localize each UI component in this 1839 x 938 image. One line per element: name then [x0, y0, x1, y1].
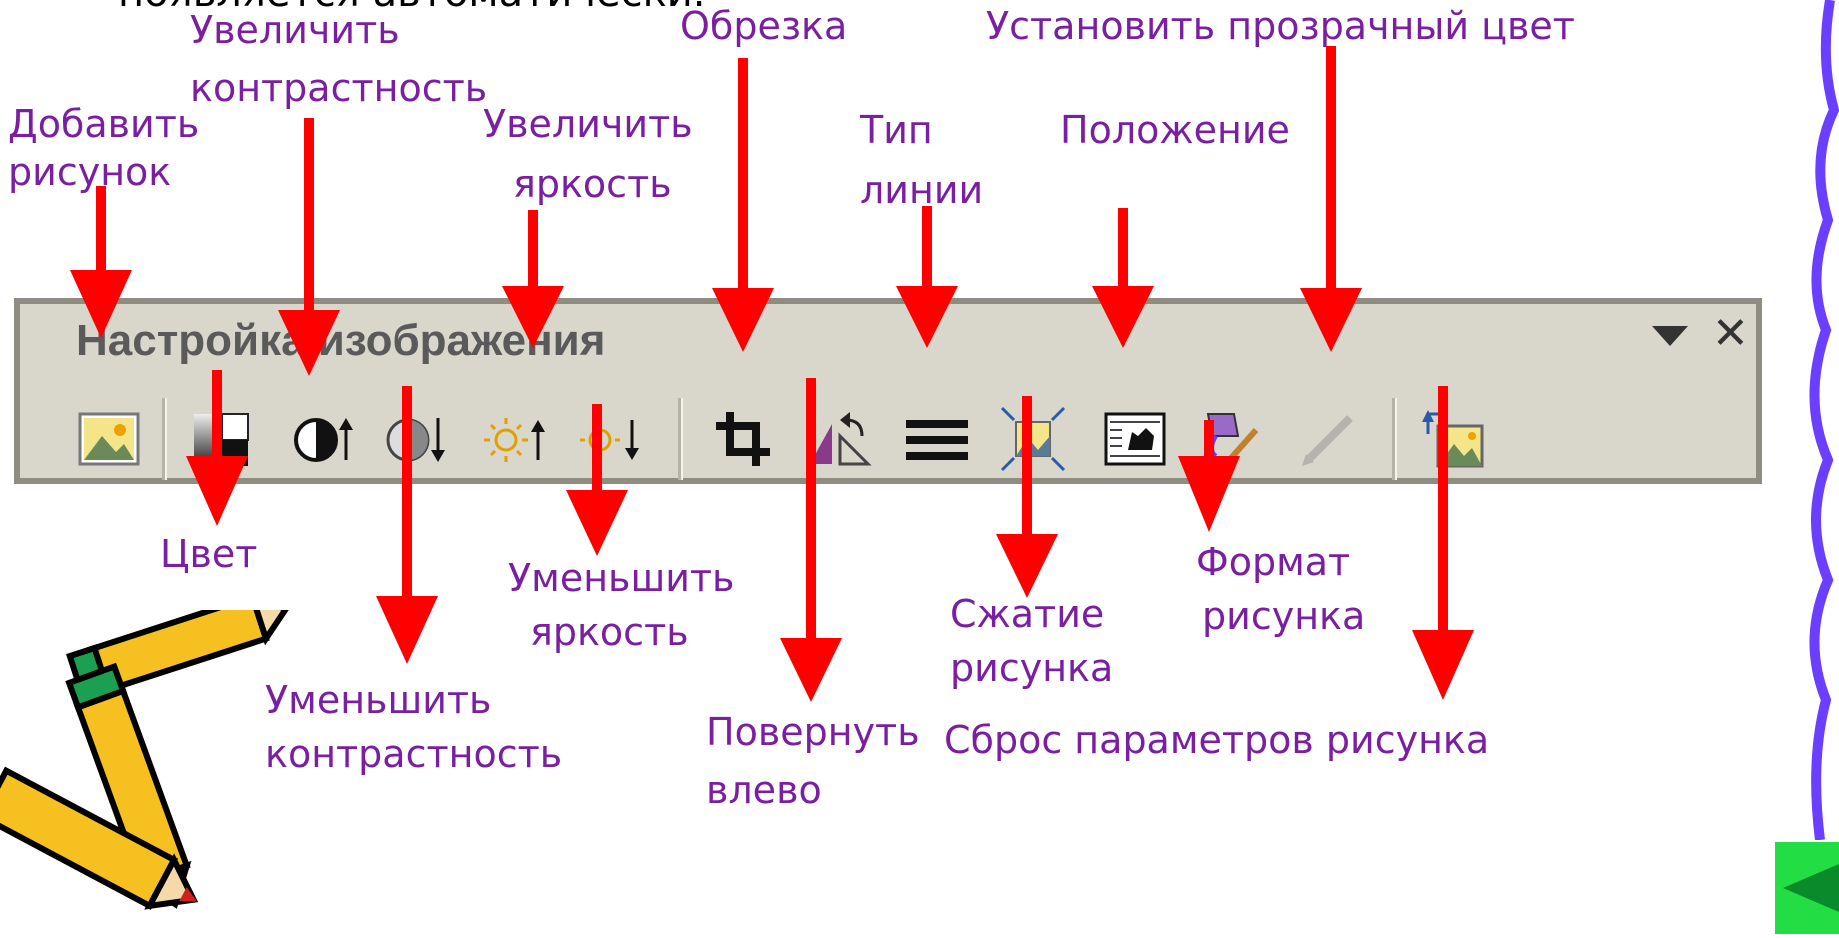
arrow-reset-picture [1412, 386, 1474, 700]
arrow-transparent-color [1300, 46, 1362, 352]
arrow-crop [712, 58, 774, 352]
pencils-clipart [0, 610, 291, 910]
arrow-less-brightness [566, 404, 628, 556]
arrow-more-contrast [278, 118, 340, 376]
arrow-insert-picture [70, 186, 132, 338]
back-nav-button[interactable] [1775, 842, 1839, 934]
decorative-wavy-line [1809, 0, 1839, 840]
arrow-rotate-left [780, 378, 842, 702]
arrow-compress [996, 396, 1058, 598]
arrow-color [186, 370, 248, 526]
back-arrow-icon [1783, 864, 1839, 912]
arrow-format-picture [1178, 420, 1240, 532]
arrow-more-brightness [502, 210, 564, 348]
arrow-less-contrast [376, 386, 438, 664]
arrow-position [1092, 208, 1154, 348]
arrow-line-style [896, 206, 958, 348]
